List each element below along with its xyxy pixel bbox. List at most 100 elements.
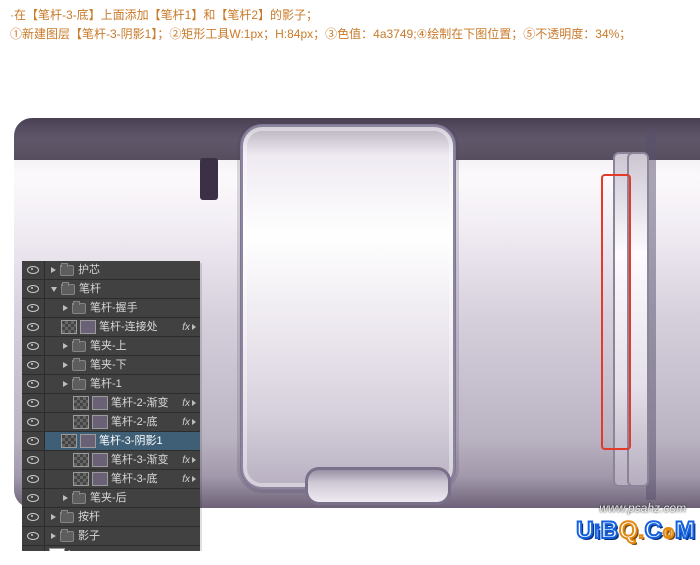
- shape-thumb-icon: [92, 396, 108, 410]
- eye-icon: [27, 361, 39, 369]
- visibility-toggle[interactable]: [22, 375, 45, 393]
- layer-name[interactable]: bg: [68, 546, 200, 551]
- shape-thumb-icon: [80, 434, 96, 448]
- visibility-toggle[interactable]: [22, 508, 45, 526]
- eye-icon: [27, 380, 39, 388]
- folder-icon: [72, 360, 86, 371]
- mask-thumb-icon: [73, 453, 89, 467]
- eye-icon: [27, 418, 39, 426]
- layer-row[interactable]: 笔夹-下: [22, 356, 200, 375]
- shape-thumb-icon: [92, 415, 108, 429]
- sub-watermark: www.psahz.com: [599, 501, 686, 515]
- shape-thumb-icon: [92, 453, 108, 467]
- layer-row[interactable]: 影子: [22, 527, 200, 546]
- folder-icon: [72, 341, 86, 352]
- eye-icon: [27, 342, 39, 350]
- layer-row[interactable]: 笔杆: [22, 280, 200, 299]
- fx-badge[interactable]: fx: [182, 474, 190, 485]
- layer-name[interactable]: 笔杆-1: [90, 375, 200, 393]
- layer-name[interactable]: 笔夹-后: [90, 489, 200, 507]
- eye-icon: [27, 437, 39, 445]
- eye-icon: [27, 304, 39, 312]
- layer-row[interactable]: 笔杆-连接处fx: [22, 318, 200, 337]
- mask-thumb-icon: [73, 415, 89, 429]
- instruction-block: ·在【笔杆-3-底】上面添加【笔杆1】和【笔杆2】的影子； ①新建图层【笔杆-3…: [0, 0, 700, 46]
- fx-badge[interactable]: fx: [182, 398, 190, 409]
- eye-icon: [27, 266, 39, 274]
- layer-row[interactable]: 笔夹-上: [22, 337, 200, 356]
- fx-badge[interactable]: fx: [182, 417, 190, 428]
- layer-name[interactable]: 笔杆-握手: [90, 299, 200, 317]
- fx-expand-icon[interactable]: [192, 400, 196, 406]
- visibility-toggle[interactable]: [22, 432, 45, 450]
- layers-panel[interactable]: 护芯笔杆笔杆-握手笔杆-连接处fx笔夹-上笔夹-下笔杆-1笔杆-2-渐变fx笔杆…: [22, 261, 200, 551]
- layer-row[interactable]: 笔杆-3-渐变fx: [22, 451, 200, 470]
- fx-badge[interactable]: fx: [182, 455, 190, 466]
- folder-icon: [60, 531, 74, 542]
- visibility-toggle[interactable]: [22, 413, 45, 431]
- mask-thumb-icon: [73, 396, 89, 410]
- layer-row[interactable]: 笔夹-后: [22, 489, 200, 508]
- watermark: UiBQ.CoM: [576, 517, 696, 545]
- eye-icon: [27, 285, 39, 293]
- layer-name[interactable]: 按杆: [78, 508, 200, 526]
- shape-thumb-icon: [80, 320, 96, 334]
- arrow-closed-icon[interactable]: [63, 343, 68, 349]
- layer-name[interactable]: 影子: [78, 527, 200, 545]
- layer-name[interactable]: 护芯: [78, 261, 200, 279]
- arrow-open-icon[interactable]: [51, 287, 57, 292]
- folder-icon: [72, 303, 86, 314]
- fx-badge[interactable]: fx: [182, 322, 190, 333]
- layer-name[interactable]: 笔杆: [79, 280, 200, 298]
- layer-name[interactable]: 笔杆-连接处: [99, 318, 182, 336]
- layer-name[interactable]: 笔杆-3-渐变: [111, 451, 182, 469]
- fx-expand-icon[interactable]: [192, 324, 196, 330]
- layer-name[interactable]: 笔杆-3-底: [111, 470, 182, 488]
- visibility-toggle[interactable]: [22, 527, 45, 545]
- arrow-closed-icon[interactable]: [51, 514, 56, 520]
- pen-plate-b: [627, 152, 649, 487]
- visibility-toggle[interactable]: [22, 470, 45, 488]
- arrow-closed-icon[interactable]: [63, 362, 68, 368]
- layer-name[interactable]: 笔夹-下: [90, 356, 200, 374]
- arrow-closed-icon[interactable]: [63, 495, 68, 501]
- visibility-toggle[interactable]: [22, 299, 45, 317]
- layer-row[interactable]: 笔杆-握手: [22, 299, 200, 318]
- fx-expand-icon[interactable]: [192, 419, 196, 425]
- arrow-closed-icon[interactable]: [51, 267, 56, 273]
- layer-row[interactable]: 护芯: [22, 261, 200, 280]
- layer-name[interactable]: 笔杆-3-阴影1: [99, 432, 200, 450]
- visibility-toggle[interactable]: [22, 318, 45, 336]
- visibility-toggle[interactable]: [22, 546, 45, 551]
- layer-row[interactable]: 笔杆-2-渐变fx: [22, 394, 200, 413]
- layer-row[interactable]: 笔杆-3-阴影1: [22, 432, 200, 451]
- layer-row[interactable]: bg: [22, 546, 200, 551]
- layer-thumb-icon: [49, 548, 65, 551]
- fx-expand-icon[interactable]: [192, 476, 196, 482]
- artwork-canvas: 护芯笔杆笔杆-握手笔杆-连接处fx笔夹-上笔夹-下笔杆-1笔杆-2-渐变fx笔杆…: [0, 46, 700, 551]
- folder-icon: [61, 284, 75, 295]
- arrow-closed-icon[interactable]: [51, 533, 56, 539]
- pen-plate-group: [613, 152, 635, 487]
- visibility-toggle[interactable]: [22, 451, 45, 469]
- layer-row[interactable]: 笔杆-3-底fx: [22, 470, 200, 489]
- visibility-toggle[interactable]: [22, 280, 45, 298]
- mask-thumb-icon: [61, 320, 77, 334]
- visibility-toggle[interactable]: [22, 489, 45, 507]
- visibility-toggle[interactable]: [22, 356, 45, 374]
- layer-row[interactable]: 按杆: [22, 508, 200, 527]
- layer-name[interactable]: 笔夹-上: [90, 337, 200, 355]
- visibility-toggle[interactable]: [22, 394, 45, 412]
- folder-icon: [60, 512, 74, 523]
- layer-row[interactable]: 笔杆-2-底fx: [22, 413, 200, 432]
- visibility-toggle[interactable]: [22, 261, 45, 279]
- arrow-closed-icon[interactable]: [63, 381, 68, 387]
- layer-name[interactable]: 笔杆-2-底: [111, 413, 182, 431]
- pen-groove: [200, 158, 218, 200]
- mask-thumb-icon: [61, 434, 77, 448]
- fx-expand-icon[interactable]: [192, 457, 196, 463]
- visibility-toggle[interactable]: [22, 337, 45, 355]
- layer-row[interactable]: 笔杆-1: [22, 375, 200, 394]
- layer-name[interactable]: 笔杆-2-渐变: [111, 394, 182, 412]
- arrow-closed-icon[interactable]: [63, 305, 68, 311]
